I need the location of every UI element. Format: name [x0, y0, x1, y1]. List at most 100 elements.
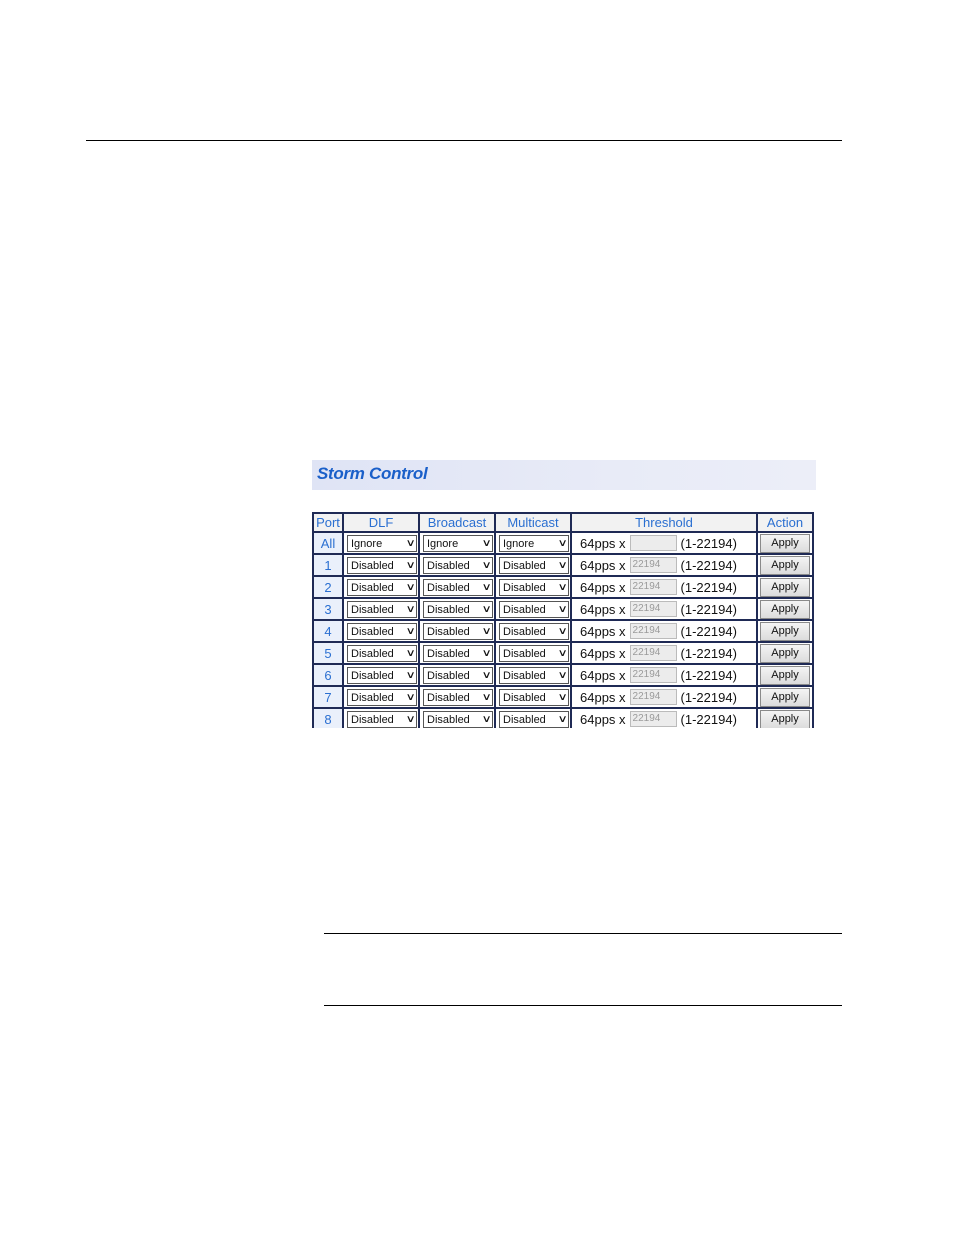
multicast-cell: Disabled ∨ — [494, 641, 572, 665]
dlf-select[interactable]: Disabled ∨ — [347, 711, 417, 728]
broadcast-select[interactable]: Disabled ∨ — [423, 601, 493, 618]
chevron-down-icon: ∨ — [481, 582, 492, 593]
threshold-input[interactable]: 22194 — [629, 689, 677, 705]
apply-button[interactable]: Apply — [760, 710, 810, 728]
chevron-down-icon: ∨ — [405, 714, 416, 725]
threshold-unit: 64pps x — [580, 711, 626, 727]
multicast-cell: Disabled ∨ — [494, 663, 572, 687]
chevron-down-icon: ∨ — [481, 670, 492, 681]
dlf-select[interactable]: Disabled ∨ — [347, 601, 417, 618]
broadcast-cell: Ignore ∨ — [418, 531, 496, 555]
multicast-select[interactable]: Disabled ∨ — [499, 579, 569, 596]
dlf-select[interactable]: Disabled ∨ — [347, 579, 417, 596]
apply-button[interactable]: Apply — [760, 644, 810, 663]
apply-button[interactable]: Apply — [760, 600, 810, 619]
apply-button[interactable]: Apply — [760, 666, 810, 685]
multicast-select[interactable]: Disabled ∨ — [499, 689, 569, 706]
multicast-select[interactable]: Disabled ∨ — [499, 601, 569, 618]
broadcast-select[interactable]: Disabled ∨ — [423, 623, 493, 640]
multicast-select-value: Disabled — [503, 647, 546, 660]
threshold-unit: 64pps x — [580, 623, 626, 639]
multicast-select[interactable]: Disabled ∨ — [499, 557, 569, 574]
broadcast-select-value: Disabled — [427, 713, 470, 726]
chevron-down-icon: ∨ — [557, 714, 568, 725]
dlf-select-value: Disabled — [351, 603, 394, 616]
apply-button[interactable]: Apply — [760, 578, 810, 597]
threshold-range: (1-22194) — [680, 601, 737, 617]
threshold-input[interactable]: 22194 — [629, 711, 677, 727]
threshold-cell: 64pps x 22194 (1-22194) — [570, 641, 758, 665]
multicast-cell: Disabled ∨ — [494, 553, 572, 577]
threshold-input[interactable] — [629, 535, 677, 551]
storm-control-table: Port DLF Broadcast Multicast Threshold A… — [312, 512, 814, 728]
panel-title-bar: Storm Control — [312, 460, 816, 490]
broadcast-select-value: Disabled — [427, 625, 470, 638]
broadcast-select[interactable]: Disabled ∨ — [423, 711, 493, 728]
chevron-down-icon: ∨ — [481, 714, 492, 725]
broadcast-select[interactable]: Disabled ∨ — [423, 645, 493, 662]
threshold-unit: 64pps x — [580, 557, 626, 573]
dlf-select-value: Disabled — [351, 669, 394, 682]
multicast-select[interactable]: Disabled ∨ — [499, 623, 569, 640]
dlf-cell: Ignore ∨ — [342, 531, 420, 555]
chevron-down-icon: ∨ — [405, 648, 416, 659]
threshold-input[interactable]: 22194 — [629, 623, 677, 639]
broadcast-select[interactable]: Ignore ∨ — [423, 535, 493, 552]
multicast-select[interactable]: Disabled ∨ — [499, 711, 569, 728]
multicast-cell: Disabled ∨ — [494, 619, 572, 643]
dlf-select[interactable]: Disabled ∨ — [347, 645, 417, 662]
threshold-unit: 64pps x — [580, 645, 626, 661]
dlf-select-value: Disabled — [351, 581, 394, 594]
apply-button[interactable]: Apply — [760, 556, 810, 575]
threshold-input[interactable]: 22194 — [629, 645, 677, 661]
apply-button[interactable]: Apply — [760, 534, 810, 553]
multicast-select[interactable]: Disabled ∨ — [499, 667, 569, 684]
broadcast-cell: Disabled ∨ — [418, 707, 496, 728]
threshold-input[interactable]: 22194 — [629, 601, 677, 617]
threshold-input[interactable]: 22194 — [629, 579, 677, 595]
dlf-select[interactable]: Ignore ∨ — [347, 535, 417, 552]
multicast-select[interactable]: Ignore ∨ — [499, 535, 569, 552]
broadcast-cell: Disabled ∨ — [418, 641, 496, 665]
dlf-cell: Disabled ∨ — [342, 663, 420, 687]
dlf-select[interactable]: Disabled ∨ — [347, 667, 417, 684]
dlf-select[interactable]: Disabled ∨ — [347, 689, 417, 706]
dlf-select[interactable]: Disabled ∨ — [347, 557, 417, 574]
threshold-range: (1-22194) — [680, 557, 737, 573]
broadcast-select-value: Disabled — [427, 581, 470, 594]
threshold-input[interactable]: 22194 — [629, 557, 677, 573]
threshold-range: (1-22194) — [680, 579, 737, 595]
table-row: 3 Disabled ∨ Disabled ∨ Disabled ∨ 64pps… — [312, 597, 814, 621]
dlf-select-value: Ignore — [351, 537, 383, 550]
chevron-down-icon: ∨ — [405, 538, 416, 549]
table-row: 7 Disabled ∨ Disabled ∨ Disabled ∨ 64pps… — [312, 685, 814, 709]
dlf-select[interactable]: Disabled ∨ — [347, 623, 417, 640]
action-cell: Apply — [756, 575, 814, 599]
broadcast-select[interactable]: Disabled ∨ — [423, 557, 493, 574]
chevron-down-icon: ∨ — [405, 582, 416, 593]
dlf-cell: Disabled ∨ — [342, 553, 420, 577]
threshold-range: (1-22194) — [680, 645, 737, 661]
port-cell: 6 — [312, 663, 344, 687]
apply-button[interactable]: Apply — [760, 622, 810, 641]
chevron-down-icon: ∨ — [481, 560, 492, 571]
chevron-down-icon: ∨ — [557, 692, 568, 703]
dlf-select-value: Disabled — [351, 691, 394, 704]
threshold-range: (1-22194) — [680, 711, 737, 727]
broadcast-select-value: Disabled — [427, 603, 470, 616]
chevron-down-icon: ∨ — [557, 560, 568, 571]
apply-button[interactable]: Apply — [760, 688, 810, 707]
broadcast-select[interactable]: Disabled ∨ — [423, 667, 493, 684]
broadcast-select[interactable]: Disabled ∨ — [423, 689, 493, 706]
broadcast-select-value: Disabled — [427, 647, 470, 660]
column-header-multicast: Multicast — [494, 512, 572, 533]
port-cell: 4 — [312, 619, 344, 643]
threshold-input[interactable]: 22194 — [629, 667, 677, 683]
table-header-row: Port DLF Broadcast Multicast Threshold A… — [312, 512, 814, 533]
multicast-cell: Disabled ∨ — [494, 597, 572, 621]
broadcast-select[interactable]: Disabled ∨ — [423, 579, 493, 596]
multicast-select[interactable]: Disabled ∨ — [499, 645, 569, 662]
multicast-select-value: Ignore — [503, 537, 535, 550]
threshold-unit: 64pps x — [580, 535, 626, 551]
column-header-port: Port — [312, 512, 344, 533]
